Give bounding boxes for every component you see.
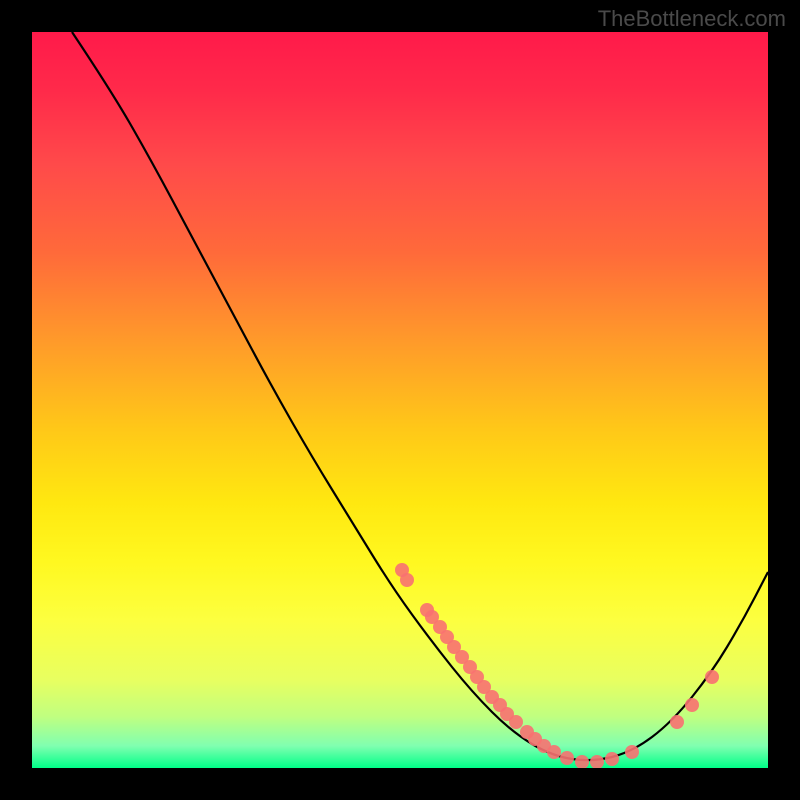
watermark-text: TheBottleneck.com [598,6,786,32]
chart-plot-area [32,32,768,768]
scatter-point [705,670,719,684]
scatter-point [590,755,604,768]
scatter-point [575,755,589,768]
scatter-point [547,745,561,759]
scatter-point [605,752,619,766]
scatter-point [509,715,523,729]
scatter-point [670,715,684,729]
scatter-point [400,573,414,587]
scatter-point [625,745,639,759]
chart-line [72,32,768,760]
chart-svg [32,32,768,768]
scatter-point [685,698,699,712]
chart-scatter-series [395,563,719,768]
scatter-point [560,751,574,765]
